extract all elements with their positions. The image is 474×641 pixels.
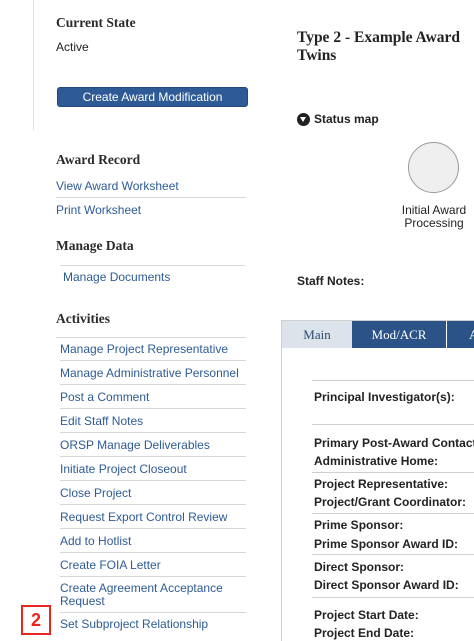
initiate-project-closeout-link[interactable]: Initiate Project Closeout <box>60 458 246 481</box>
manage-documents-link[interactable]: Manage Documents <box>63 266 245 289</box>
project-representative-label: Project Representative: <box>314 477 449 491</box>
status-node-circle[interactable] <box>408 142 459 193</box>
post-a-comment-link[interactable]: Post a Comment <box>60 386 246 409</box>
field-divider <box>312 424 474 425</box>
add-to-hotlist-link[interactable]: Add to Hotlist <box>60 530 246 553</box>
orsp-manage-deliverables-link[interactable]: ORSP Manage Deliverables <box>60 434 246 457</box>
direct-sponsor-award-id-label: Direct Sponsor Award ID: <box>314 578 459 592</box>
status-map-toggle[interactable]: Status map <box>297 112 379 126</box>
page-title: Type 2 - Example Award Twins <box>297 29 461 64</box>
primary-post-award-contact-label: Primary Post-Award Contact: <box>314 436 474 450</box>
set-subproject-relationship-link[interactable]: Set Subproject Relationship <box>60 613 246 636</box>
activities-heading: Activities <box>56 311 110 326</box>
staff-notes-label: Staff Notes: <box>297 274 365 288</box>
project-end-date-label: Project End Date: <box>314 626 415 640</box>
create-foia-letter-link[interactable]: Create FOIA Letter <box>60 554 246 577</box>
direct-sponsor-label: Direct Sponsor: <box>314 560 405 574</box>
prime-sponsor-award-id-label: Prime Sponsor Award ID: <box>314 537 459 551</box>
status-node-label: Initial Award Processing <box>401 203 467 230</box>
current-state-heading: Current State <box>56 15 136 30</box>
current-state-value: Active <box>56 40 89 54</box>
create-award-modification-button[interactable]: Create Award Modification <box>57 87 248 107</box>
sidebar-left-border <box>33 0 34 130</box>
field-divider <box>312 472 474 473</box>
manage-administrative-personnel-link[interactable]: Manage Administrative Personnel <box>60 362 246 385</box>
project-start-date-label: Project Start Date: <box>314 608 419 622</box>
print-worksheet-link[interactable]: Print Worksheet <box>56 199 246 222</box>
create-agreement-acceptance-request-link[interactable]: Create Agreement Acceptance Request <box>60 578 246 613</box>
request-export-control-review-link[interactable]: Request Export Control Review <box>60 506 246 529</box>
prime-sponsor-label: Prime Sponsor: <box>314 518 404 532</box>
principal-investigator-label: Principal Investigator(s): <box>314 390 455 404</box>
project-grant-coordinator-label: Project/Grant Coordinator: <box>314 495 467 509</box>
field-divider <box>312 380 474 381</box>
manage-data-heading: Manage Data <box>56 238 134 253</box>
tab-additional[interactable]: A <box>447 321 474 348</box>
view-award-worksheet-link[interactable]: View Award Worksheet <box>56 175 246 198</box>
manage-project-representative-link[interactable]: Manage Project Representative <box>60 338 246 361</box>
collapse-toggle-icon <box>297 112 310 126</box>
administrative-home-label: Administrative Home: <box>314 454 439 468</box>
field-divider <box>312 597 474 598</box>
award-record-heading: Award Record <box>56 152 141 167</box>
tab-main[interactable]: Main <box>282 321 352 348</box>
field-divider <box>312 513 474 514</box>
status-map-label: Status map <box>314 112 379 126</box>
step-number-badge: 2 <box>21 605 51 635</box>
tab-mod-acr[interactable]: Mod/ACR <box>352 321 446 348</box>
field-divider <box>312 554 474 555</box>
close-project-link[interactable]: Close Project <box>60 482 246 505</box>
edit-staff-notes-link[interactable]: Edit Staff Notes <box>60 410 246 433</box>
